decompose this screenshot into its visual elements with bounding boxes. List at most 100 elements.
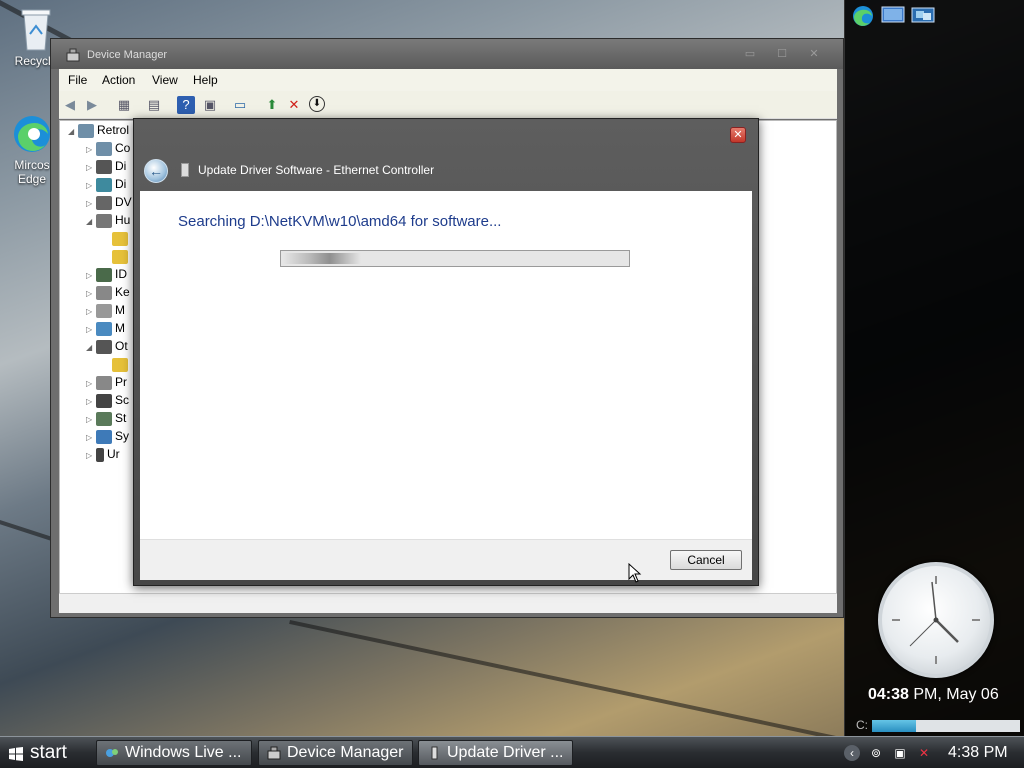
tree-node[interactable]	[112, 249, 131, 267]
forward-arrow-icon[interactable]: ▶	[83, 96, 101, 114]
tree-node[interactable]: ◢ Hu	[86, 213, 130, 231]
warning-device-icon	[112, 357, 128, 372]
edge-icon[interactable]	[851, 4, 877, 26]
sound-icon	[96, 393, 112, 408]
device-manager-icon	[66, 48, 80, 62]
close-button[interactable]: ✕	[805, 47, 823, 61]
tree-node[interactable]	[112, 231, 131, 249]
cpu-meter-fill	[872, 720, 917, 732]
collapse-arrow-icon[interactable]: ▷	[86, 199, 96, 208]
mouse-icon	[96, 303, 112, 318]
start-button[interactable]: start	[0, 739, 90, 767]
hid-icon	[96, 213, 112, 228]
edge-label: Mircos Edge	[14, 158, 50, 186]
cpu-meter-label: C:	[856, 718, 868, 732]
menu-help[interactable]: Help	[193, 73, 218, 87]
minimize-button[interactable]: ▭	[741, 47, 759, 61]
collapse-arrow-icon[interactable]: ▷	[86, 433, 96, 442]
tree-node-label: Sc	[115, 393, 130, 407]
other-devices-icon	[96, 339, 112, 354]
collapse-arrow-icon[interactable]: ▷	[86, 145, 96, 154]
keyboard-icon	[96, 285, 112, 300]
update-driver-content: Searching D:\NetKVM\w10\amd64 for softwa…	[140, 191, 752, 539]
tree-node-label: ID	[115, 267, 127, 281]
analog-clock-gadget[interactable]	[878, 562, 994, 678]
download-icon[interactable]: ⬇	[309, 96, 325, 112]
cpu-meter-bar	[872, 720, 1020, 732]
tray-clock[interactable]: 4:38 PM	[948, 744, 1008, 762]
tree-node[interactable]: ▷ ID	[86, 267, 127, 285]
collapse-arrow-icon[interactable]: ▷	[86, 271, 96, 280]
collapse-arrow-icon[interactable]: ▷	[86, 397, 96, 406]
collapse-arrow-icon[interactable]: ▷	[86, 289, 96, 298]
tray-expand-icon[interactable]: ‹	[844, 745, 860, 761]
tree-node-label: DV	[115, 195, 132, 209]
back-arrow-icon[interactable]: ←	[144, 159, 168, 183]
tree-node[interactable]: ▷ Ur	[86, 447, 120, 465]
tree-node[interactable]: ▷ Co	[86, 141, 130, 159]
tree-node-root[interactable]: ◢ Retrol	[68, 123, 129, 141]
tree-node[interactable]: ▷ Di	[86, 159, 126, 177]
collapse-arrow-icon[interactable]: ▷	[86, 415, 96, 424]
wallpaper-beam	[289, 620, 838, 741]
expand-arrow-icon[interactable]: ◢	[86, 217, 96, 226]
taskbar-button-update-driver[interactable]: Update Driver ...	[418, 740, 573, 766]
update-driver-icon[interactable]: ⬆	[263, 96, 281, 114]
tree-node[interactable]: ▷ DV	[86, 195, 132, 213]
start-label: start	[30, 742, 67, 763]
properties-icon[interactable]: ▤	[145, 96, 163, 114]
system-devices-icon	[96, 429, 112, 444]
network-icon[interactable]: ▣	[892, 745, 908, 761]
device-manager-statusbar	[59, 593, 837, 613]
maximize-button[interactable]: ☐	[773, 47, 791, 61]
back-arrow-icon[interactable]: ◀	[61, 96, 79, 114]
tree-node[interactable]: ▷ Di	[86, 177, 126, 195]
warning-device-icon	[112, 249, 128, 264]
taskbar-button-label: Device Manager	[287, 744, 404, 761]
ethernet-device-icon	[181, 163, 189, 177]
uninstall-icon[interactable]: ✕	[285, 96, 303, 114]
view-icon[interactable]: ▣	[201, 96, 219, 114]
network-sharing-icon[interactable]: ⊚	[868, 745, 884, 761]
collapse-arrow-icon[interactable]: ▷	[86, 181, 96, 190]
help-icon[interactable]: ?	[177, 96, 195, 114]
tree-node-label: Hu	[115, 213, 131, 227]
wallpaper-beam	[0, 520, 58, 543]
tree-node[interactable]	[112, 357, 131, 375]
close-button[interactable]: ✕	[730, 127, 746, 143]
show-desktop-icon[interactable]	[881, 4, 907, 26]
switch-windows-icon[interactable]	[911, 4, 937, 26]
collapse-arrow-icon[interactable]: ▷	[86, 307, 96, 316]
tree-node[interactable]: ▷ Ke	[86, 285, 130, 303]
cancel-button[interactable]: Cancel	[670, 550, 742, 570]
menu-view[interactable]: View	[152, 73, 178, 87]
collapse-arrow-icon[interactable]: ▷	[86, 325, 96, 334]
tree-node[interactable]: ▷ M	[86, 303, 125, 321]
tree-node[interactable]: ▷ Sy	[86, 429, 129, 447]
search-progress-bar	[280, 250, 630, 267]
taskbar-button-label: Windows Live ...	[125, 744, 242, 761]
update-driver-header: ← Update Driver Software - Ethernet Cont…	[134, 149, 758, 191]
tree-node[interactable]: ▷ St	[86, 411, 126, 429]
collapse-arrow-icon[interactable]: ▷	[86, 451, 96, 460]
taskbar-button-device-manager[interactable]: Device Manager	[258, 740, 413, 766]
tree-node[interactable]: ▷ Sc	[86, 393, 129, 411]
scan-hardware-icon[interactable]: ▭	[231, 96, 249, 114]
expand-arrow-icon[interactable]: ◢	[68, 127, 78, 136]
menu-action[interactable]: Action	[102, 73, 135, 87]
taskbar-button-windows-live[interactable]: Windows Live ...	[96, 740, 252, 766]
tree-node-label: Di	[115, 159, 127, 173]
menu-file[interactable]: File	[68, 73, 87, 87]
show-hide-tree-icon[interactable]: ▦	[115, 96, 133, 114]
tree-node[interactable]: ◢ Ot	[86, 339, 128, 357]
warning-device-icon	[112, 231, 128, 246]
device-manager-titlebar[interactable]: Device Manager ▭ ☐ ✕	[51, 39, 843, 69]
volume-muted-icon[interactable]: ✕	[916, 745, 932, 761]
collapse-arrow-icon[interactable]: ▷	[86, 379, 96, 388]
expand-arrow-icon[interactable]: ◢	[86, 343, 96, 352]
collapse-arrow-icon[interactable]: ▷	[86, 163, 96, 172]
update-driver-dialog[interactable]: ✕ ← Update Driver Software - Ethernet Co…	[133, 118, 759, 586]
tree-node[interactable]: ▷ Pr	[86, 375, 127, 393]
tree-node[interactable]: ▷ M	[86, 321, 125, 339]
tree-node-label: Retrol	[97, 123, 130, 137]
